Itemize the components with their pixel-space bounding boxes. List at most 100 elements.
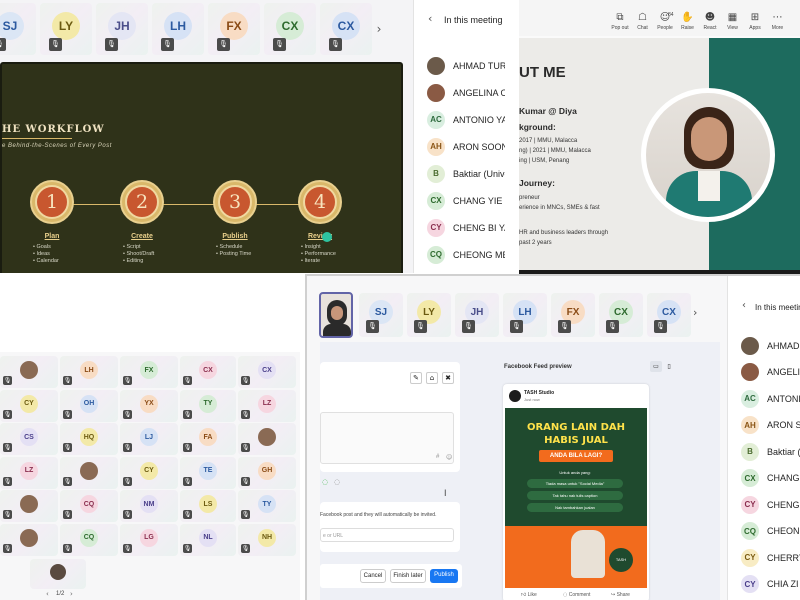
participant-tile[interactable]: CS 🎙︎ xyxy=(0,423,58,455)
participant-tile[interactable]: CY 🎙︎ xyxy=(120,456,178,489)
edit-icon[interactable]: ✎ xyxy=(410,372,422,384)
participant-tile[interactable]: NL 🎙︎ xyxy=(180,523,236,556)
participant-tile[interactable]: TE 🎙︎ xyxy=(180,456,236,489)
tag-icon[interactable]: ⌂ xyxy=(426,372,438,384)
journey-line: erience in MNCs, SMEs & fast xyxy=(519,205,600,211)
participant-list-item[interactable]: AHMAD TURN xyxy=(414,52,505,79)
participant-tile[interactable]: LZ 🎙︎ xyxy=(238,389,296,422)
participant-tile[interactable]: LJ 🎙︎ xyxy=(120,423,178,455)
participant-tile[interactable]: CX 🎙︎ xyxy=(180,356,236,388)
participant-tile[interactable]: FX 🎙︎ xyxy=(208,3,260,55)
participant-tile[interactable]: OH 🎙︎ xyxy=(60,389,118,422)
participant-list-item[interactable]: CX CHANG YIE X xyxy=(414,187,505,214)
participant-list-item[interactable]: B Baktiar (Unive xyxy=(728,438,800,465)
participant-name: ANGELINA OI xyxy=(453,87,505,98)
people-panel-title: In this meeting xyxy=(755,303,800,312)
participant-tile[interactable]: JH 🎙︎ xyxy=(96,3,148,55)
share-button[interactable]: ↪ Share xyxy=(611,592,630,598)
participant-tile[interactable]: CQ 🎙︎ xyxy=(60,523,118,556)
participant-list-item[interactable]: B Baktiar (Unive xyxy=(414,160,505,187)
participant-tile[interactable]: CQ 🎙︎ xyxy=(60,490,118,522)
strip-next-chevron-icon[interactable]: › xyxy=(372,22,386,38)
back-chevron-icon[interactable]: ‹ xyxy=(742,300,746,311)
self-view-tile[interactable] xyxy=(319,292,353,338)
participant-list-item[interactable]: AH ARON SOON xyxy=(728,412,800,439)
like-button[interactable]: 👍︎ Like xyxy=(521,592,537,598)
participant-tile[interactable]: LY 🎙︎ xyxy=(40,3,92,55)
participant-tile[interactable]: CX 🎙︎ xyxy=(238,356,296,388)
comment-button[interactable]: ◌ Comment xyxy=(563,592,590,598)
participant-list-item[interactable]: CY CHERRY LEE xyxy=(728,544,800,571)
participant-list-item[interactable]: AHMAD TURI xyxy=(728,332,800,359)
participant-tile[interactable]: LH 🎙︎ xyxy=(503,293,547,337)
hashtag-icon[interactable]: # xyxy=(436,454,439,460)
participant-tile[interactable]: SJ🎙︎ xyxy=(0,3,36,55)
finish-later-button[interactable]: Finish later xyxy=(390,569,426,583)
page-prev-chevron-icon[interactable]: ‹ xyxy=(46,590,49,598)
delete-icon[interactable]: ✖ xyxy=(442,372,454,384)
strip-next-chevron-icon[interactable]: › xyxy=(693,306,697,319)
participant-list-item[interactable]: CX CHANG YIE X xyxy=(728,465,800,492)
participant-tile[interactable]: 🎙︎ xyxy=(0,523,58,556)
participant-tile[interactable]: TY 🎙︎ xyxy=(238,490,296,522)
participant-tile[interactable]: FA 🎙︎ xyxy=(180,423,236,455)
participant-tile[interactable]: SJ🎙︎ xyxy=(359,293,403,337)
participant-tile[interactable]: CY 🎙︎ xyxy=(0,389,58,422)
participant-tile[interactable]: 🎙︎ xyxy=(0,356,58,388)
invite-input[interactable]: e or URL xyxy=(320,528,454,542)
participant-tile[interactable]: GH 🎙︎ xyxy=(238,456,296,489)
participant-tile[interactable]: HQ 🎙︎ xyxy=(60,423,118,455)
publish-button[interactable]: Publish xyxy=(430,569,458,583)
participant-tile[interactable]: LH 🎙︎ xyxy=(60,356,118,388)
participant-tile[interactable]: CX 🎙︎ xyxy=(320,3,372,55)
participant-tile[interactable]: YX 🎙︎ xyxy=(120,389,178,422)
mic-off-icon: 🎙︎ xyxy=(161,38,174,51)
participant-tile[interactable]: CX 🎙︎ xyxy=(264,3,316,55)
participant-tile[interactable]: 🎙︎ xyxy=(60,456,118,489)
emoji-icon[interactable]: ☺ xyxy=(446,454,452,461)
participant-tile[interactable]: LG 🎙︎ xyxy=(120,523,178,556)
participant-tile[interactable]: NM 🎙︎ xyxy=(120,490,178,522)
participant-tile[interactable]: 🎙︎ xyxy=(0,490,58,522)
mobile-preview-icon[interactable]: ▯ xyxy=(663,361,675,372)
participant-list-item[interactable]: CY CHENG BI YA xyxy=(414,214,505,241)
participant-list-item[interactable]: AC ANTONIO YA xyxy=(414,106,505,133)
participant-tile[interactable]: CX 🎙︎ xyxy=(599,293,643,337)
mic-off-icon: 🎙︎ xyxy=(183,409,192,419)
cancel-button[interactable]: Cancel xyxy=(360,569,386,583)
participant-list-item[interactable]: CY CHIA ZI YI xyxy=(728,571,800,598)
participant-tile[interactable]: LH 🎙︎ xyxy=(152,3,204,55)
participant-list-item[interactable]: CQ CHEONG ME xyxy=(728,518,800,545)
participant-list-item[interactable]: AH ARON SOONG xyxy=(414,133,505,160)
participant-tile[interactable]: CX 🎙︎ xyxy=(647,293,691,337)
participant-tile[interactable]: JH 🎙︎ xyxy=(455,293,499,337)
participant-avatar xyxy=(427,56,445,75)
comment-icon: ◌ xyxy=(563,592,568,598)
caption-textarea[interactable] xyxy=(320,412,454,464)
participant-tile[interactable]: LZ 🎙︎ xyxy=(0,456,58,489)
page-next-chevron-icon[interactable]: › xyxy=(70,590,73,598)
participant-list-item[interactable]: ANGELINA OI xyxy=(414,79,505,106)
participant-list-item[interactable]: ANGELINA C xyxy=(728,359,800,386)
back-chevron-icon[interactable]: ‹ xyxy=(428,12,432,25)
desktop-preview-icon[interactable]: ▭ xyxy=(650,361,662,372)
bullet-text: Shoot/Draft xyxy=(126,251,155,257)
whatsapp-icon[interactable]: ◌ xyxy=(322,478,328,486)
post-time: Just now xyxy=(524,397,540,402)
participant-list-item[interactable]: AC ANTONIO YA xyxy=(728,385,800,412)
participant-tile[interactable]: FX 🎙︎ xyxy=(551,293,595,337)
participant-list-item[interactable]: CY CHENG BI YA xyxy=(728,491,800,518)
shared-slide: HE WORKFLOW e Behind-the-Scenes of Every… xyxy=(0,62,403,273)
participant-tile[interactable]: LY 🎙︎ xyxy=(407,293,451,337)
participant-tile[interactable] xyxy=(30,559,86,589)
participant-list-item[interactable]: CQ CHEONG MEI xyxy=(414,241,505,268)
participant-tile[interactable]: NH 🎙︎ xyxy=(238,523,296,556)
background-line: 2017 | MMU, Malacca xyxy=(519,138,578,144)
participant-name: CHERRY LEE xyxy=(767,552,800,563)
participant-tile[interactable]: TY 🎙︎ xyxy=(180,389,236,422)
participant-tile[interactable]: FX 🎙︎ xyxy=(120,356,178,388)
participant-tile[interactable]: 🎙︎ xyxy=(238,423,296,455)
more-button[interactable]: ⋯ More xyxy=(765,12,791,31)
attach-icon[interactable]: ◌ xyxy=(334,478,340,486)
participant-tile[interactable]: LS 🎙︎ xyxy=(180,490,236,522)
